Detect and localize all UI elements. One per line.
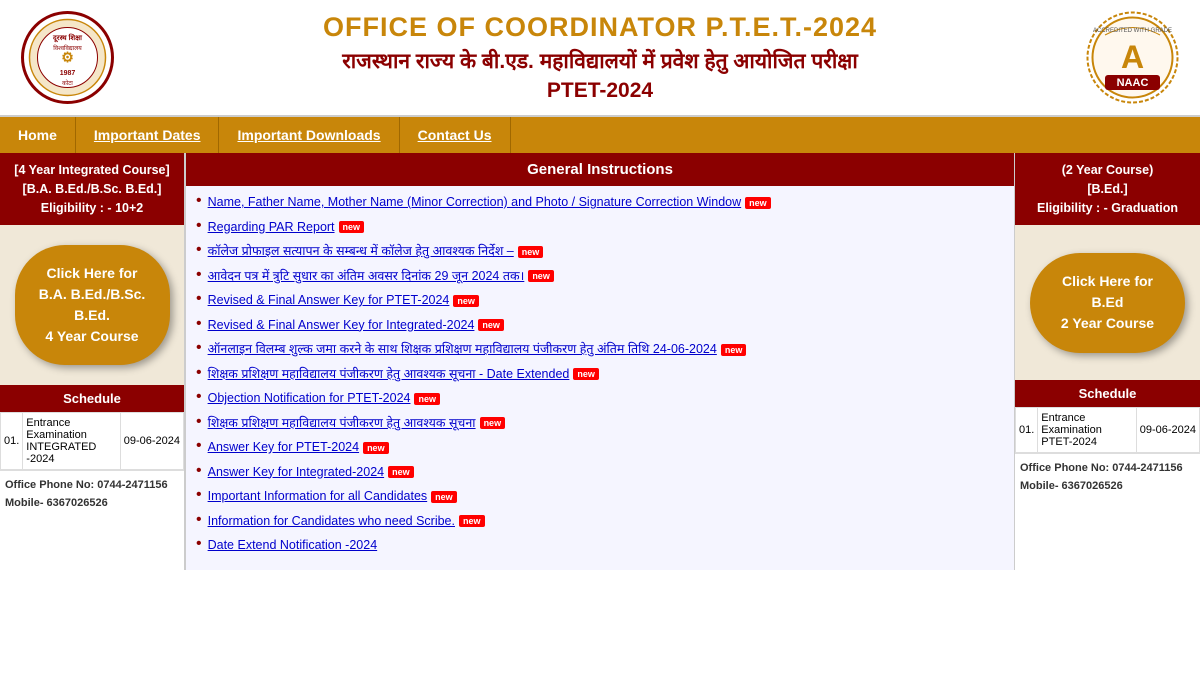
left-btn-area: Click Here for B.A. B.Ed./B.Sc. B.Ed. 4 … [0, 225, 184, 385]
new-badge: new [528, 270, 554, 282]
bullet-icon: • [196, 486, 202, 504]
header-center: OFFICE OF COORDINATOR P.T.E.T.-2024 राजस… [115, 12, 1085, 103]
new-badge: new [721, 344, 747, 356]
new-badge: new [414, 393, 440, 405]
right-schedule-header: Schedule [1015, 380, 1200, 407]
left-panel-header: [4 Year Integrated Course] [B.A. B.Ed./B… [0, 153, 184, 225]
bullet-icon: • [196, 241, 202, 259]
bullet-icon: • [196, 339, 202, 357]
right-btn-area: Click Here for B.Ed 2 Year Course [1015, 225, 1200, 380]
naac-badge: ACCREDITED WITH GRADE A NAAC [1085, 10, 1180, 105]
header-subtitle: PTET-2024 [130, 79, 1070, 103]
instruction-item: •शिक्षक प्रशिक्षण महाविद्यालय पंजीकरण हे… [196, 366, 1004, 384]
new-badge: new [453, 295, 479, 307]
instruction-item: •Name, Father Name, Mother Name (Minor C… [196, 194, 1004, 212]
center-header: General Instructions [186, 153, 1014, 186]
bullet-icon: • [196, 462, 202, 480]
svg-text:कोटा: कोटा [62, 79, 73, 87]
new-badge: new [339, 221, 365, 233]
left-schedule-row: 01.Entrance Examination INTEGRATED -2024… [1, 413, 184, 470]
left-panel: [4 Year Integrated Course] [B.A. B.Ed./B… [0, 153, 185, 570]
instruction-item: •Date Extend Notification -2024 [196, 537, 1004, 555]
new-badge: new [478, 319, 504, 331]
instruction-item: •ऑनलाइन विलम्ब शुल्क जमा करने के साथ शिक… [196, 341, 1004, 359]
new-badge: new [388, 466, 414, 478]
instruction-item: •Information for Candidates who need Scr… [196, 513, 1004, 531]
bullet-icon: • [196, 535, 202, 553]
left-schedule-table: 01.Entrance Examination INTEGRATED -2024… [0, 412, 184, 470]
bullet-icon: • [196, 266, 202, 284]
instruction-item: •शिक्षक प्रशिक्षण महाविद्यालय पंजीकरण हे… [196, 415, 1004, 433]
instruction-item: •Important Information for all Candidate… [196, 488, 1004, 506]
navbar: const navData = JSON.parse(document.getE… [0, 117, 1200, 153]
center-panel: General Instructions •Name, Father Name,… [185, 153, 1015, 570]
header: दूरस्थ शिक्षा विश्वविद्यालय ⚙ 1987 कोटा … [0, 0, 1200, 117]
new-badge: new [745, 197, 771, 209]
new-badge: new [363, 442, 389, 454]
right-footer: Office Phone No: 0744-2471156 Mobile- 63… [1015, 453, 1200, 501]
four-year-course-button[interactable]: Click Here for B.A. B.Ed./B.Sc. B.Ed. 4 … [15, 245, 170, 365]
instruction-item: •Revised & Final Answer Key for Integrat… [196, 317, 1004, 335]
right-schedule-row: 01.Entrance Examination PTET-202409-06-2… [1016, 408, 1200, 453]
svg-text:A: A [1121, 39, 1144, 75]
header-title-en: OFFICE OF COORDINATOR P.T.E.T.-2024 [130, 12, 1070, 43]
bullet-icon: • [196, 217, 202, 235]
bullet-icon: • [196, 315, 202, 333]
instruction-item: •आवेदन पत्र में त्रुटि सुधार का अंतिम अव… [196, 268, 1004, 286]
svg-text:NAAC: NAAC [1117, 77, 1149, 89]
right-panel-header: (2 Year Course) [B.Ed.] Eligibility : - … [1015, 153, 1200, 225]
new-badge: new [573, 368, 599, 380]
instruction-item: •Answer Key for Integrated-2024new [196, 464, 1004, 482]
nav-item-home[interactable]: Home [0, 117, 76, 153]
svg-text:⚙: ⚙ [61, 49, 74, 65]
right-schedule-table: 01.Entrance Examination PTET-202409-06-2… [1015, 407, 1200, 453]
two-year-course-button[interactable]: Click Here for B.Ed 2 Year Course [1030, 253, 1185, 353]
university-logo: दूरस्थ शिक्षा विश्वविद्यालय ⚙ 1987 कोटा [20, 10, 115, 105]
new-badge: new [431, 491, 457, 503]
nav-item-important-downloads[interactable]: Important Downloads [219, 117, 399, 153]
svg-text:दूरस्थ शिक्षा: दूरस्थ शिक्षा [52, 33, 83, 43]
left-schedule-header: Schedule [0, 385, 184, 412]
instructions-list: •Name, Father Name, Mother Name (Minor C… [186, 186, 1014, 570]
instruction-item: •Answer Key for PTET-2024new [196, 439, 1004, 457]
header-title-hi: राजस्थान राज्य के बी.एड. महाविद्यालयों म… [130, 47, 1070, 75]
bullet-icon: • [196, 388, 202, 406]
new-badge: new [518, 246, 544, 258]
bullet-icon: • [196, 413, 202, 431]
bullet-icon: • [196, 437, 202, 455]
nav-item-contact-us[interactable]: Contact Us [400, 117, 511, 153]
instruction-item: •Revised & Final Answer Key for PTET-202… [196, 292, 1004, 310]
instruction-item: •कॉलेज प्रोफाइल सत्यापन के सम्बन्ध में क… [196, 243, 1004, 261]
new-badge: new [480, 417, 506, 429]
instruction-item: •Regarding PAR Reportnew [196, 219, 1004, 237]
bullet-icon: • [196, 511, 202, 529]
svg-text:1987: 1987 [60, 70, 76, 77]
bullet-icon: • [196, 192, 202, 210]
right-panel: (2 Year Course) [B.Ed.] Eligibility : - … [1015, 153, 1200, 570]
instruction-item: •Objection Notification for PTET-2024new [196, 390, 1004, 408]
svg-text:ACCREDITED WITH GRADE: ACCREDITED WITH GRADE [1093, 28, 1172, 34]
main-content: [4 Year Integrated Course] [B.A. B.Ed./B… [0, 153, 1200, 570]
nav-item-important-dates[interactable]: Important Dates [76, 117, 220, 153]
left-footer: Office Phone No: 0744-2471156 Mobile- 63… [0, 470, 184, 518]
bullet-icon: • [196, 364, 202, 382]
bullet-icon: • [196, 290, 202, 308]
new-badge: new [459, 515, 485, 527]
